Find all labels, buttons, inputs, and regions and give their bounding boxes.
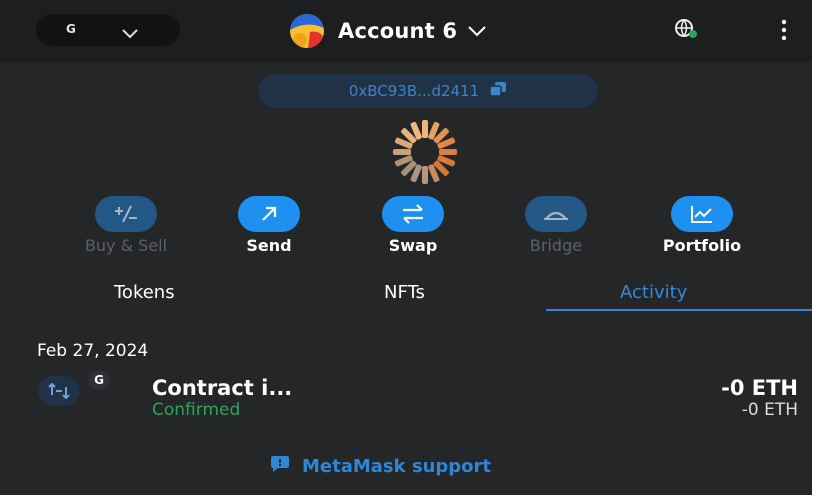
- swap-label: Swap: [388, 236, 438, 255]
- send-button[interactable]: Send: [199, 196, 339, 255]
- swap-button[interactable]: Swap: [343, 196, 483, 255]
- transaction-title: Contract i...: [152, 376, 293, 400]
- network-avatar-letter: G: [66, 22, 76, 36]
- tab-activity[interactable]: Activity: [620, 282, 687, 303]
- loading-spinner-icon: [355, 120, 495, 192]
- network-badge: G: [88, 370, 110, 390]
- chevron-down-icon: [467, 22, 487, 41]
- tab-nfts[interactable]: NFTs: [384, 282, 425, 303]
- account-name: Account 6: [338, 19, 458, 43]
- transaction-amount: -0 ETH: [721, 376, 798, 400]
- transaction-status: Confirmed: [152, 400, 241, 420]
- activity-date-header: Feb 27, 2024: [37, 341, 149, 361]
- buy-sell-label: Buy & Sell: [84, 236, 168, 255]
- screenshot-edge: [812, 0, 818, 499]
- wallet-screen: G Account 6 0xBC93B...d2411 Buy & Sell S…: [0, 0, 818, 499]
- send-arrow-icon: [238, 196, 300, 232]
- top-bar: G Account 6: [0, 0, 812, 62]
- portfolio-label: Portfolio: [662, 236, 742, 255]
- active-tab-indicator: [546, 309, 812, 311]
- bridge-button[interactable]: Bridge: [486, 196, 626, 255]
- swap-icon: [382, 196, 444, 232]
- account-picker[interactable]: Account 6: [290, 14, 487, 48]
- transaction-amount-secondary: -0 ETH: [741, 400, 798, 420]
- tab-tokens[interactable]: Tokens: [114, 282, 175, 303]
- portfolio-chart-icon: [671, 196, 733, 232]
- chevron-down-icon: [122, 24, 138, 43]
- buy-sell-icon: [95, 196, 157, 232]
- screenshot-edge: [0, 495, 818, 499]
- portfolio-button[interactable]: Portfolio: [632, 196, 772, 255]
- chat-bubble-icon: [270, 455, 290, 478]
- address-pill[interactable]: 0xBC93B...d2411: [258, 74, 598, 108]
- more-options-icon[interactable]: [780, 18, 788, 46]
- buy-sell-button[interactable]: Buy & Sell: [56, 196, 196, 255]
- metamask-support-link[interactable]: MetaMask support: [270, 455, 491, 478]
- support-label: MetaMask support: [302, 456, 492, 477]
- copy-icon[interactable]: [489, 81, 507, 101]
- contract-interaction-icon: [38, 376, 80, 406]
- send-label: Send: [246, 236, 292, 255]
- account-avatar: [290, 14, 324, 48]
- connected-sites-globe-icon[interactable]: [674, 18, 698, 44]
- bridge-icon: [525, 196, 587, 232]
- network-picker[interactable]: G: [36, 14, 180, 46]
- bridge-label: Bridge: [529, 236, 583, 255]
- account-address: 0xBC93B...d2411: [348, 82, 480, 100]
